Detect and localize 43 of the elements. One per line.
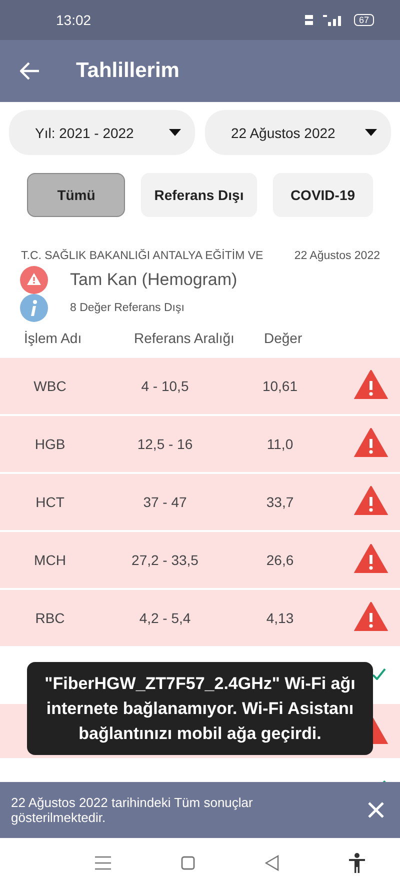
caret-icon	[169, 129, 181, 136]
table-cell: 10,61	[262, 378, 298, 394]
test-name: Tam Kan (Hemogram)	[70, 270, 238, 290]
filter-button[interactable]: COVID-19	[272, 173, 373, 217]
accessibility-icon[interactable]	[349, 853, 365, 873]
caret-icon	[365, 129, 377, 136]
screen-title: Tahlillerim	[76, 59, 180, 83]
table-cell: WBC	[34, 378, 66, 394]
table-cell: 11,0	[266, 436, 294, 452]
table-cell: 4,2 - 5,4	[139, 610, 191, 626]
table-cell: 26,6	[266, 552, 294, 568]
table-cell: MCH	[34, 552, 66, 568]
back-arrow-icon[interactable]	[20, 62, 40, 80]
column-header: İşlem Adı	[24, 330, 83, 348]
dropdown[interactable]: Yıl: 2021 - 2022	[9, 110, 195, 155]
table-cell: 27,2 - 33,5	[132, 552, 198, 568]
battery-icon: 67	[354, 14, 374, 26]
result-date: 22 Ağustos 2022	[294, 250, 380, 262]
back-icon[interactable]	[265, 855, 279, 871]
status-time: 13:02	[56, 12, 92, 28]
table-cell: HGB	[34, 436, 66, 452]
table-cell: 12,5 - 16	[137, 436, 193, 452]
table-cell: 33,7	[266, 494, 294, 510]
menu-icon[interactable]	[95, 856, 111, 870]
warning-icon	[20, 266, 48, 294]
table-cell: HCT	[36, 494, 64, 510]
table-cell: RBC	[35, 610, 65, 626]
table-cell: 4,13	[266, 610, 294, 626]
column-header: Değer	[264, 330, 304, 348]
info-icon	[20, 294, 48, 322]
dropdown[interactable]: 22 Ağustos 2022	[205, 110, 391, 155]
home-icon[interactable]	[181, 856, 195, 870]
toast-message: "FiberHGW_ZT7F57_2.4GHz" Wi-Fi ağı internete bağlanamıyor. Wi-Fi Asistanı bağlantınızı mobil ağa geçirdi.	[27, 662, 373, 755]
snackbar-message: 22 Ağustos 2022 tarihindeki Tüm sonuçlar gösterilmektedir.	[11, 795, 254, 825]
table-cell: 37 - 47	[143, 494, 187, 510]
summary-text: 8 Değer Referans Dışı	[70, 302, 184, 314]
lab-name: T.C. SAĞLIK BAKANLIĞI ANTALYA EĞİTİM VE	[21, 250, 264, 262]
close-icon[interactable]	[368, 802, 384, 818]
table-cell: 4 - 10,5	[141, 378, 189, 394]
signal-icon	[322, 14, 344, 26]
filter-button[interactable]: Referans Dışı	[141, 173, 257, 217]
column-header: Referans Aralığı	[134, 330, 236, 348]
filter-button[interactable]: Tümü	[27, 173, 126, 217]
